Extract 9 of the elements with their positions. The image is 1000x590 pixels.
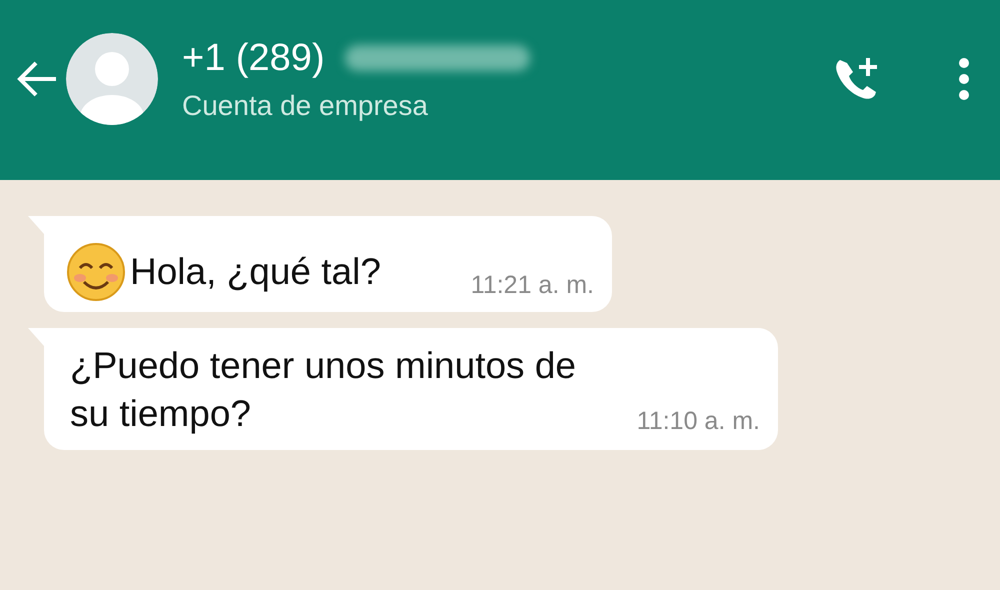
avatar-icon[interactable] <box>66 33 158 125</box>
message-time: 11:10 a. m. <box>636 407 760 436</box>
smiling-emoji-icon <box>66 242 126 302</box>
message-text: ¿Puedo tener unos minutos de su tiempo? <box>70 344 577 436</box>
contact-name: +1 (289) <box>182 36 325 80</box>
message-text: Hola, ¿qué tal? <box>130 250 381 294</box>
message-time: 11:21 a. m. <box>470 271 594 300</box>
menu-icon[interactable] <box>958 57 970 101</box>
account-type-label: Cuenta de empresa <box>182 90 429 122</box>
